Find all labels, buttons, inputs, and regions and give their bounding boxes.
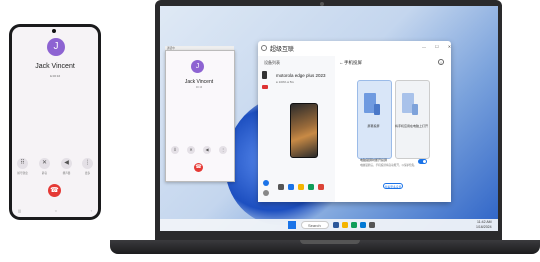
- device-image: [290, 103, 318, 158]
- option2-phone-illustration: [412, 104, 418, 115]
- speaker-label: 扬声器: [62, 172, 71, 175]
- taskbar-explorer-icon[interactable]: [342, 222, 348, 228]
- mute-button[interactable]: ✕: [39, 158, 50, 169]
- keypad-icon: ⠿: [173, 147, 177, 152]
- caller-name: Jack Vincent: [35, 63, 75, 70]
- app-on-pc-option-label: 将手机应用在电脑上打开: [395, 124, 429, 128]
- dock-messages-icon[interactable]: [318, 184, 324, 190]
- mute-icon: ✕: [189, 147, 193, 152]
- back-icon[interactable]: ‹: [91, 208, 92, 213]
- more-icon: ⋮: [221, 147, 225, 152]
- taskbar-clock[interactable]: 11:42 AM 1/16/2024: [476, 220, 492, 229]
- recents-icon[interactable]: |||: [18, 208, 21, 213]
- screen-mirror-option-label: 屏幕投屏: [367, 124, 380, 128]
- window-controls[interactable]: — ☐ ✕: [422, 44, 455, 49]
- phone-camera: [52, 29, 56, 33]
- start-icon[interactable]: [288, 221, 296, 229]
- mirror-more-button[interactable]: ⋮: [219, 146, 227, 154]
- back-arrow-icon[interactable]: ←: [339, 60, 344, 65]
- end-call-button[interactable]: ☎: [48, 184, 61, 197]
- screen-mirror-option[interactable]: [357, 80, 392, 159]
- screen-mirror-header: 手机投屏: [344, 60, 362, 65]
- tablet-device-icon[interactable]: [262, 85, 268, 89]
- more-icon: ⋮: [84, 160, 91, 166]
- mute-icon: ✕: [41, 160, 48, 166]
- dock-browser-icon[interactable]: [288, 184, 294, 190]
- app-logo-icon: [261, 45, 267, 51]
- laptop-hinge: [300, 240, 360, 244]
- mirror-caller-avatar: J: [191, 60, 204, 73]
- more-settings-button[interactable]: 查看更多设置: [383, 183, 403, 189]
- app-title: 超级互联: [270, 47, 295, 53]
- device-name: motorola edge plus 2023: [276, 73, 326, 78]
- device-list-header: 设备列表: [264, 60, 280, 65]
- profile-icon[interactable]: [263, 180, 269, 186]
- call-status: & 00:16: [49, 74, 61, 78]
- home-icon[interactable]: ○: [55, 208, 57, 213]
- device-status: ● 100% ● 5G: [276, 80, 294, 84]
- phone-device-icon[interactable]: [262, 71, 267, 79]
- info-icon[interactable]: i: [438, 59, 444, 65]
- keypad-icon: ⠿: [20, 160, 25, 166]
- option-phone-illustration: [374, 104, 380, 115]
- lock-disconnect-desc: 电脑锁屏后，手机投屏将自动断开，以保护隐私: [360, 164, 415, 167]
- mirror-call-status: 00:16: [195, 86, 203, 89]
- keypad-button[interactable]: ⠿: [17, 158, 28, 169]
- settings-icon[interactable]: [263, 190, 269, 196]
- mirror-speaker-button[interactable]: ◀: [203, 146, 211, 154]
- end-call-icon: ☎: [50, 187, 59, 194]
- speaker-icon: ◀: [205, 147, 209, 152]
- dock-phone-icon[interactable]: [278, 184, 284, 190]
- lock-disconnect-label: 电脑锁屏时断开投屏: [360, 158, 388, 162]
- taskbar-settings-icon[interactable]: [369, 222, 375, 228]
- mirror-keypad-button[interactable]: ⠿: [171, 146, 179, 154]
- lock-disconnect-toggle[interactable]: [418, 159, 427, 164]
- taskbar: [160, 219, 498, 231]
- mirror-mute-button[interactable]: ✕: [187, 146, 195, 154]
- mirror-end-call-button[interactable]: ☎: [194, 163, 203, 172]
- speaker-icon: ◀: [64, 160, 69, 166]
- keypad-label: 拨号键盘: [17, 172, 28, 175]
- clock-time: 11:42 AM: [477, 220, 492, 224]
- screen-mirror-pane: [336, 56, 451, 202]
- end-call-icon: ☎: [195, 164, 202, 170]
- dock-files-icon[interactable]: [298, 184, 304, 190]
- caller-avatar: J: [47, 38, 65, 56]
- speaker-button[interactable]: ◀: [61, 158, 72, 169]
- taskbar-store-icon[interactable]: [360, 222, 366, 228]
- mirror-caller-name: Jack Vincent: [184, 79, 214, 85]
- taskbar-search[interactable]: Search: [301, 221, 329, 229]
- mute-label: 静音: [41, 172, 48, 175]
- clock-date: 1/16/2024: [476, 224, 492, 229]
- app-on-pc-option[interactable]: [395, 80, 430, 159]
- more-label: 更多: [84, 172, 91, 175]
- more-button[interactable]: ⋮: [82, 158, 93, 169]
- dock-maps-icon[interactable]: [308, 184, 314, 190]
- phone-nav-bar: ||| ○ ‹: [18, 208, 92, 213]
- taskbar-edge-icon[interactable]: [351, 222, 357, 228]
- taskbar-app-icon[interactable]: [333, 222, 339, 228]
